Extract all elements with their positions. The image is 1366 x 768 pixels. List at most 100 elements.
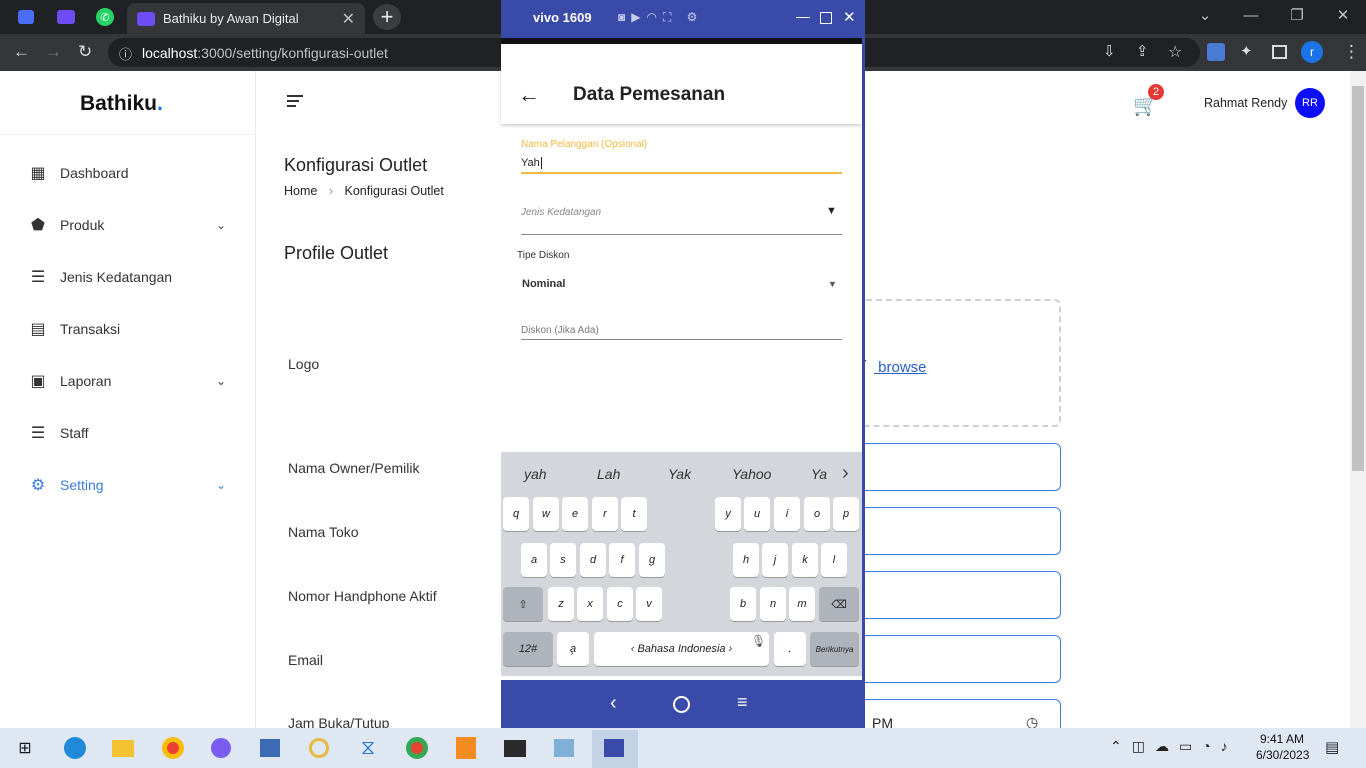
key-j[interactable]: j [762,543,788,577]
cloud-app-icon[interactable] [306,736,332,760]
app-icon[interactable] [208,736,234,760]
period-key[interactable]: . [774,632,806,666]
system-tray-icons[interactable]: ⌃◫☁▭◔♪ [1110,738,1238,755]
key-w[interactable]: w [533,497,559,531]
chrome-icon[interactable] [160,736,186,760]
arrow-back-icon[interactable]: ← [518,82,540,108]
key-u[interactable]: u [744,497,770,531]
nav-home-icon[interactable] [673,696,690,713]
jenis-kedatangan-select[interactable]: Jenis Kedatangan [521,207,601,218]
back-icon[interactable]: ← [13,42,30,62]
key-r[interactable]: r [592,497,618,531]
key-d[interactable]: d [580,543,606,577]
taskbar-clock[interactable]: 9:41 AM 6/30/2023 [1256,732,1309,762]
key-p[interactable]: p [833,497,859,531]
bookmark-star-icon[interactable]: ☆ [1168,42,1182,62]
edge-icon[interactable] [62,736,88,760]
email-input[interactable] [856,635,1061,683]
key-s[interactable]: s [550,543,576,577]
brand-logo[interactable]: Bathiku. [80,92,163,116]
tipe-diskon-select[interactable]: Nominal [522,278,565,290]
network-tool-icon[interactable] [257,736,283,760]
scrcpy-icon[interactable] [601,736,627,760]
browse-link[interactable]: browse [874,359,926,376]
tab-search-icon[interactable]: ⌄ [1182,0,1228,30]
profile-avatar[interactable]: r [1301,41,1323,63]
suggestion-5[interactable]: Ya [811,466,833,482]
key-f[interactable]: f [609,543,635,577]
sidebar-item-staff[interactable]: ☰ Staff [28,418,228,448]
phone-input[interactable] [856,571,1061,619]
next-key[interactable]: Berikutnya [810,632,859,666]
page-scrollbar-thumb[interactable] [1352,86,1364,471]
forward-icon[interactable]: → [45,42,62,62]
key-e[interactable]: e [562,497,588,531]
install-icon[interactable]: ⇩ [1103,42,1116,60]
key-l[interactable]: l [821,543,847,577]
user-avatar[interactable]: RR [1295,88,1325,118]
nav-recents-icon[interactable]: ≡ [737,692,748,713]
notification-icon[interactable]: ▤ [1325,738,1339,756]
pinned-tab-app[interactable] [53,5,79,29]
tab-close-icon[interactable]: ✕ [342,9,355,29]
phone-close-icon[interactable]: ✕ [843,8,856,26]
key-b[interactable]: b [730,587,756,621]
new-tab-button[interactable]: + [373,4,401,30]
toko-input[interactable] [856,507,1061,555]
space-key[interactable]: ‹ Bahasa Indonesia › [594,632,769,666]
suggestion-1[interactable]: yah [524,466,547,482]
key-q[interactable]: q [503,497,529,531]
notes-icon[interactable] [551,736,577,760]
minimize-button[interactable]: — [1228,0,1274,30]
terminal-icon[interactable] [502,736,528,760]
nama-pelanggan-input[interactable]: Yah [521,157,542,169]
sidebar-item-setting[interactable]: ⚙ Setting ⌄ [28,470,228,500]
owner-input[interactable] [856,443,1061,491]
side-panel-icon[interactable] [1272,45,1287,59]
phone-minimize-icon[interactable]: — [796,8,810,24]
key-a[interactable]: a [521,543,547,577]
hamburger-icon[interactable] [287,95,303,107]
sidebar-item-dashboard[interactable]: ▦ Dashboard [28,158,228,188]
suggestion-more-icon[interactable]: › [842,462,849,485]
key-t[interactable]: t [621,497,647,531]
menu-icon[interactable]: ⋮ [1343,42,1360,62]
key-c[interactable]: c [607,587,633,621]
key-m[interactable]: m [789,587,815,621]
share-icon[interactable]: ⇪ [1136,42,1149,60]
suggestion-4[interactable]: Yahoo [732,466,771,482]
chrome-profile-icon[interactable] [404,736,430,760]
dropdown-arrow-icon[interactable]: ▼ [828,279,837,289]
language-key[interactable]: a̧ [557,632,589,666]
breadcrumb-home[interactable]: Home [284,184,317,198]
key-h[interactable]: h [733,543,759,577]
key-y[interactable]: y [715,497,741,531]
nav-back-icon[interactable]: ‹ [610,692,617,715]
sublime-icon[interactable] [453,736,479,760]
sidebar-item-jenis-kedatangan[interactable]: ☰ Jenis Kedatangan [28,262,228,292]
pinned-tab-mail[interactable] [13,5,39,29]
user-name[interactable]: Rahmat Rendy [1204,96,1287,110]
key-n[interactable]: n [760,587,786,621]
diskon-input[interactable]: Diskon (Jika Ada) [521,325,599,336]
translate-icon[interactable] [1207,43,1225,61]
key-o[interactable]: o [804,497,830,531]
extensions-icon[interactable]: ✦ [1240,42,1253,60]
sidebar-item-laporan[interactable]: ▣ Laporan ⌄ [28,366,228,396]
sidebar-item-produk[interactable]: ⬟ Produk ⌄ [28,210,228,240]
suggestion-2[interactable]: Lah [597,466,620,482]
vscode-icon[interactable]: ⧖ [355,736,381,760]
restore-button[interactable]: ❐ [1274,0,1320,30]
key-i[interactable]: i [774,497,800,531]
key-v[interactable]: v [636,587,662,621]
key-g[interactable]: g [639,543,665,577]
browser-tab-active[interactable]: Bathiku by Awan Digital ✕ [127,3,365,34]
sidebar-item-transaksi[interactable]: ▤ Transaksi [28,314,228,344]
symbols-key[interactable]: 12# [503,632,553,666]
dropdown-arrow-icon[interactable]: ▼ [826,205,837,217]
phone-maximize-icon[interactable] [820,12,832,24]
microphone-icon[interactable]: 🎙 [751,634,766,648]
backspace-key[interactable]: ⌫ [819,587,859,621]
key-z[interactable]: z [548,587,574,621]
reload-icon[interactable]: ↻ [78,42,92,62]
